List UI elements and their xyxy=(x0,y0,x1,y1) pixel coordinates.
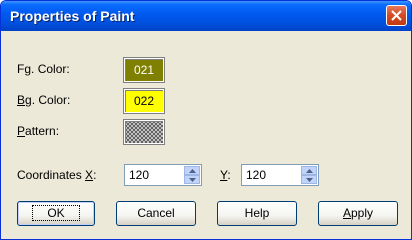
ok-button[interactable]: OK xyxy=(17,201,95,226)
pattern-label: Pattern: xyxy=(17,124,60,138)
title-bar[interactable]: Properties of Paint xyxy=(1,1,411,31)
y-spin-down-button[interactable] xyxy=(301,175,317,184)
y-coordinate-input[interactable] xyxy=(242,165,286,185)
x-spin-buttons xyxy=(184,166,200,184)
y-spin-buttons xyxy=(301,166,317,184)
close-icon xyxy=(391,10,402,21)
dialog-window: Properties of Paint Fg. Color: 021 Bg. C… xyxy=(0,0,412,240)
apply-button[interactable]: Apply xyxy=(318,201,398,226)
arrow-down-icon xyxy=(306,178,313,182)
ok-button-label: OK xyxy=(32,205,80,221)
x-spin-up-button[interactable] xyxy=(184,166,200,175)
y-coordinate-spinner[interactable] xyxy=(241,164,319,186)
dialog-title: Properties of Paint xyxy=(10,8,135,24)
arrow-up-icon xyxy=(189,169,196,173)
fg-color-label: Fg. Color: xyxy=(17,62,70,76)
bg-color-label: Bg. Color: xyxy=(17,93,71,107)
bg-color-swatch[interactable]: 022 xyxy=(123,88,165,114)
y-coordinate-label: Y: xyxy=(220,168,231,182)
arrow-down-icon xyxy=(189,178,196,182)
arrow-up-icon xyxy=(306,169,313,173)
cancel-button[interactable]: Cancel xyxy=(116,201,196,226)
x-coordinate-input[interactable] xyxy=(125,165,169,185)
x-spin-down-button[interactable] xyxy=(184,175,200,184)
y-spin-up-button[interactable] xyxy=(301,166,317,175)
pattern-swatch[interactable] xyxy=(123,119,165,145)
fg-color-swatch[interactable]: 021 xyxy=(123,57,165,83)
close-button[interactable] xyxy=(386,5,407,26)
help-button[interactable]: Help xyxy=(217,201,297,226)
x-coordinate-spinner[interactable] xyxy=(124,164,202,186)
coordinates-label: Coordinates X: xyxy=(17,168,97,182)
